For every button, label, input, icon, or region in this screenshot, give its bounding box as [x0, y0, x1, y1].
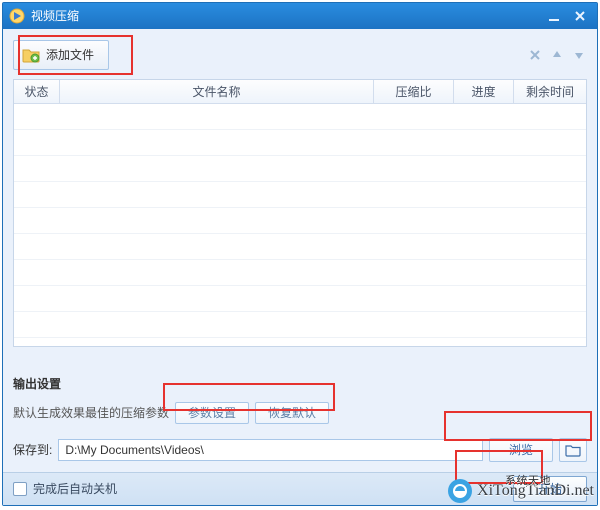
toolbar: 添加文件 — [13, 37, 587, 73]
footer: 完成后自动关机 开始 — [3, 472, 597, 505]
checkbox-box-icon — [13, 482, 27, 496]
content-area: 添加文件 状态 文件名称 压缩比 进度 剩余时间 — [3, 29, 597, 472]
toolbar-right — [527, 47, 587, 63]
table-row — [14, 104, 586, 130]
col-ratio[interactable]: 压缩比 — [374, 80, 454, 103]
col-name[interactable]: 文件名称 — [60, 80, 374, 103]
start-button[interactable]: 开始 — [513, 476, 587, 502]
move-down-icon[interactable] — [571, 47, 587, 63]
table-row — [14, 208, 586, 234]
close-button[interactable] — [567, 6, 593, 26]
output-section: 输出设置 默认生成效果最佳的压缩参数 参数设置 恢复默认 保存到: 浏览 — [13, 375, 587, 462]
app-icon — [9, 8, 25, 24]
titlebar: 视频压缩 — [3, 3, 597, 29]
grid-body[interactable] — [14, 104, 586, 346]
table-row — [14, 234, 586, 260]
table-row — [14, 156, 586, 182]
table-row — [14, 286, 586, 312]
folder-add-icon — [22, 47, 40, 63]
save-to-label: 保存到: — [13, 441, 52, 458]
save-row: 保存到: 浏览 — [13, 438, 587, 462]
browse-button[interactable]: 浏览 — [489, 438, 553, 462]
app-window: 视频压缩 添加文件 — [2, 2, 598, 506]
table-row — [14, 182, 586, 208]
col-status[interactable]: 状态 — [14, 80, 60, 103]
col-time[interactable]: 剩余时间 — [514, 80, 586, 103]
param-desc: 默认生成效果最佳的压缩参数 — [13, 404, 169, 421]
table-row — [14, 130, 586, 156]
grid-header: 状态 文件名称 压缩比 进度 剩余时间 — [14, 80, 586, 104]
move-up-icon[interactable] — [549, 47, 565, 63]
shutdown-label: 完成后自动关机 — [33, 480, 117, 497]
file-grid: 状态 文件名称 压缩比 进度 剩余时间 — [13, 79, 587, 347]
col-progress[interactable]: 进度 — [454, 80, 514, 103]
output-title: 输出设置 — [13, 375, 587, 392]
param-settings-button[interactable]: 参数设置 — [175, 402, 249, 424]
window-title: 视频压缩 — [31, 7, 541, 24]
shutdown-checkbox[interactable]: 完成后自动关机 — [13, 480, 117, 497]
add-file-button[interactable]: 添加文件 — [13, 40, 109, 70]
param-row: 默认生成效果最佳的压缩参数 参数设置 恢复默认 — [13, 402, 587, 424]
restore-default-button[interactable]: 恢复默认 — [255, 402, 329, 424]
remove-icon[interactable] — [527, 47, 543, 63]
save-path-input[interactable] — [58, 439, 483, 461]
add-file-label: 添加文件 — [46, 46, 94, 63]
open-folder-button[interactable] — [559, 438, 587, 462]
table-row — [14, 260, 586, 286]
table-row — [14, 312, 586, 338]
minimize-button[interactable] — [541, 6, 567, 26]
